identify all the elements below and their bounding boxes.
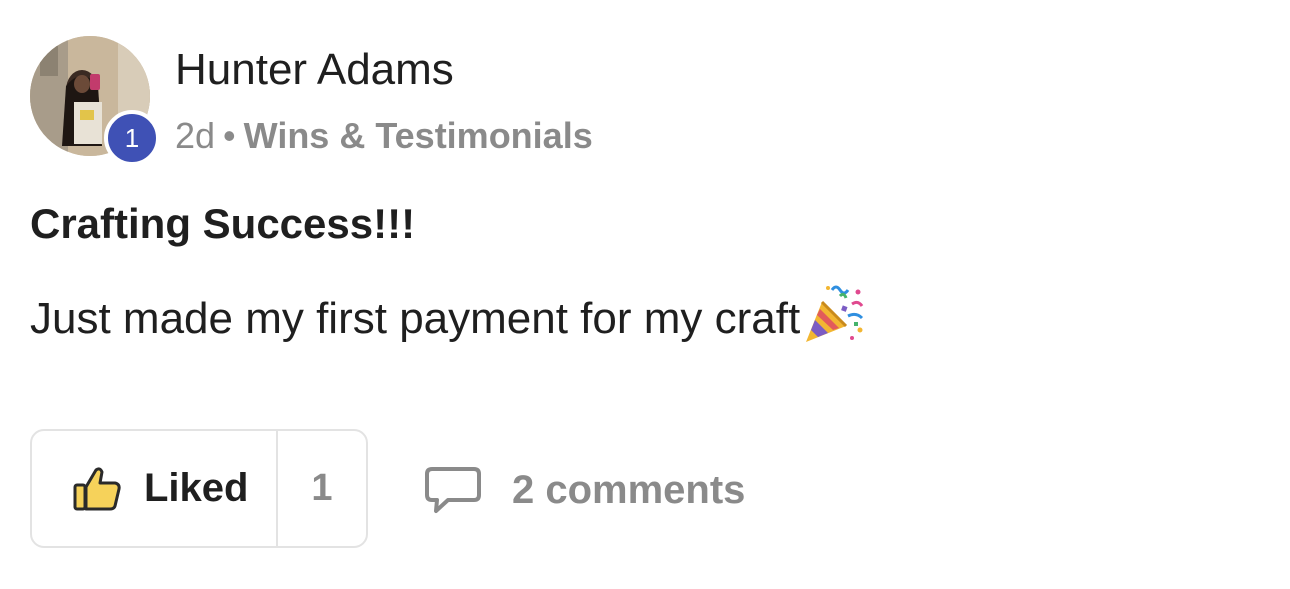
post-title[interactable]: Crafting Success!!! [30, 198, 415, 250]
like-group: Liked 1 [30, 429, 368, 548]
comments-button[interactable]: 2 comments [424, 462, 745, 518]
post-meta: 2d • Wins & Testimonials [175, 114, 593, 158]
category-link[interactable]: Wins & Testimonials [244, 115, 593, 156]
comment-bubble-icon [424, 465, 482, 515]
author-avatar-group[interactable]: 1 [30, 36, 160, 166]
level-badge: 1 [104, 110, 160, 166]
post-body-text: Just made my first payment for my craft [30, 294, 801, 343]
post-card: 1 Hunter Adams 2d • Wins & Testimonials Cr… [0, 0, 1290, 589]
like-count[interactable]: 1 [276, 431, 366, 546]
thumbs-up-icon [72, 466, 122, 512]
meta-separator: • [223, 115, 236, 156]
like-label: Liked [144, 466, 249, 510]
comments-label: 2 comments [512, 467, 746, 512]
post-body: Just made my first payment for my craft [30, 285, 866, 346]
party-popper-icon [802, 282, 866, 346]
author-name[interactable]: Hunter Adams [175, 44, 454, 96]
post-time: 2d [175, 115, 216, 156]
like-button[interactable]: Liked [32, 431, 276, 546]
